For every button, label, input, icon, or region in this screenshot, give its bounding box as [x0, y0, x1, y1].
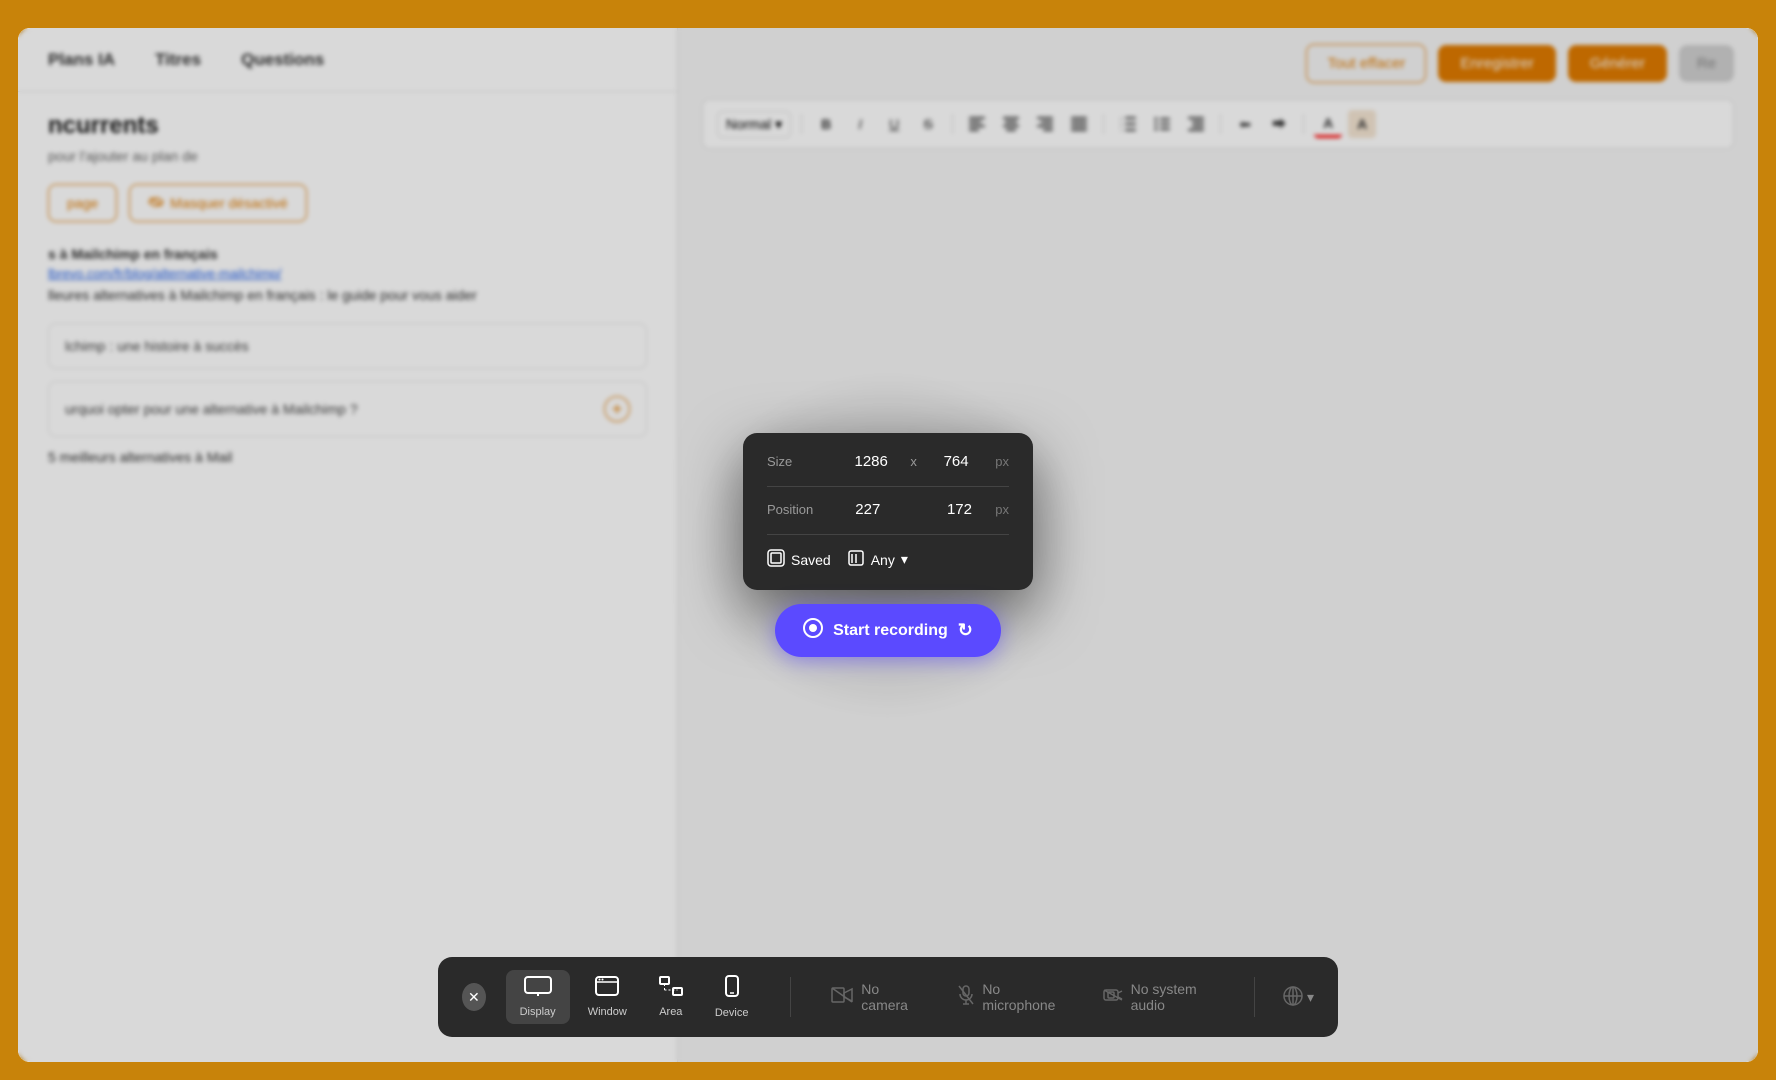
- recording-container: Size 1286 x 764 px Position 227 172 px: [743, 433, 1033, 657]
- display-icon: [524, 976, 552, 1002]
- globe-arrow-icon: ▾: [1307, 989, 1314, 1006]
- globe-option[interactable]: ▾: [1283, 986, 1314, 1009]
- no-system-audio-label: No system audio: [1131, 981, 1215, 1013]
- saved-icon: [767, 549, 785, 570]
- no-camera-label: No camera: [861, 981, 914, 1013]
- globe-icon: [1283, 986, 1303, 1009]
- close-button[interactable]: ✕: [462, 983, 486, 1011]
- no-microphone-label: No microphone: [982, 981, 1058, 1013]
- size-height: 764: [925, 453, 987, 470]
- area-icon: [659, 976, 683, 1002]
- start-recording-button[interactable]: Start recording ↻: [775, 604, 1001, 657]
- camera-off-icon: [831, 987, 853, 1008]
- any-button[interactable]: Any ▾: [847, 549, 908, 570]
- position-row: Position 227 172 px: [767, 501, 1009, 518]
- position-unit: px: [995, 502, 1009, 517]
- size-x-separator: x: [910, 454, 917, 469]
- display-option[interactable]: Display: [506, 970, 570, 1024]
- start-recording-label: Start recording: [833, 622, 948, 640]
- recording-icon: [803, 618, 823, 643]
- device-option[interactable]: Device: [701, 969, 763, 1025]
- display-label: Display: [520, 1006, 556, 1018]
- spinner-icon: ↻: [958, 620, 973, 641]
- size-label: Size: [767, 454, 832, 469]
- system-audio-off-icon: [1103, 987, 1123, 1008]
- device-label: Device: [715, 1007, 749, 1019]
- any-label: Any: [871, 552, 895, 568]
- saved-label: Saved: [791, 552, 831, 568]
- no-system-audio-option[interactable]: No system audio: [1091, 981, 1227, 1013]
- close-icon: ✕: [468, 989, 480, 1006]
- saved-row: Saved Any ▾: [767, 549, 1009, 570]
- bar-separator-1: [790, 977, 791, 1017]
- window-option[interactable]: Window: [574, 970, 641, 1024]
- no-microphone-option[interactable]: No microphone: [946, 981, 1070, 1013]
- window-icon: [595, 976, 619, 1002]
- position-y: 172: [932, 501, 988, 518]
- bar-separator-2: [1254, 977, 1255, 1017]
- device-icon: [725, 975, 739, 1003]
- app-window: Plans IA Titres Questions ncurrents pour…: [18, 28, 1758, 1062]
- any-arrow-icon: ▾: [901, 551, 908, 568]
- size-width: 1286: [840, 453, 902, 470]
- popup-divider-1: [767, 486, 1009, 487]
- microphone-off-icon: [958, 985, 974, 1010]
- position-label: Position: [767, 502, 832, 517]
- position-x: 227: [840, 501, 896, 518]
- size-unit: px: [995, 454, 1009, 469]
- bottom-recording-bar: ✕ Display: [438, 957, 1338, 1037]
- area-label: Area: [659, 1006, 682, 1018]
- area-option[interactable]: Area: [645, 970, 697, 1024]
- device-icon: [847, 549, 865, 570]
- size-row: Size 1286 x 764 px: [767, 453, 1009, 470]
- recording-options: Display Window: [506, 969, 763, 1025]
- window-label: Window: [588, 1006, 627, 1018]
- no-camera-option[interactable]: No camera: [819, 981, 926, 1013]
- popup-divider-2: [767, 534, 1009, 535]
- saved-button[interactable]: Saved: [767, 549, 831, 570]
- size-popup: Size 1286 x 764 px Position 227 172 px: [743, 433, 1033, 590]
